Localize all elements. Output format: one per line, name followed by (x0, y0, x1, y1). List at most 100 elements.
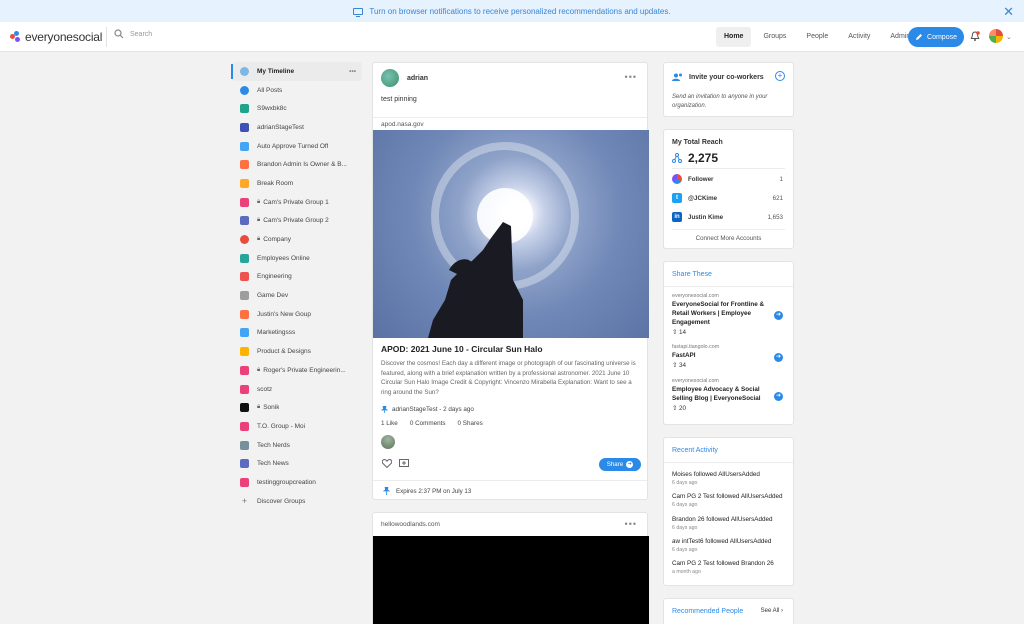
nav-activity[interactable]: Activity (840, 27, 878, 47)
sidebar-item[interactable]: Employees Online (232, 249, 362, 268)
sidebar-item[interactable]: Brandon Admin Is Owner & B... (232, 155, 362, 174)
post-domain[interactable]: hellowoodlands.com (381, 521, 440, 528)
bell-icon[interactable] (970, 31, 980, 42)
sidebar-item[interactable]: My Timeline ••• (231, 62, 362, 81)
post-image[interactable] (373, 536, 649, 624)
sidebar-item[interactable]: 🔒︎ Company (232, 230, 362, 249)
share-item[interactable]: fastapi.tiangolo.com FastAPI ⇧ 34 ➜ (672, 344, 785, 369)
post-title[interactable]: APOD: 2021 June 10 - Circular Sun Halo (381, 344, 543, 354)
divider (672, 229, 785, 230)
sidebar-item-label: Tech News (257, 460, 289, 468)
comment-icon[interactable] (399, 459, 409, 468)
comments-count[interactable]: 0 Comments (410, 420, 446, 427)
share-item[interactable]: everyonesocial.com Employee Advocacy & S… (672, 378, 785, 412)
sidebar-item[interactable]: scotz (232, 380, 362, 399)
sidebar-item[interactable]: S9wxbk8c (232, 99, 362, 118)
share-arrow-icon[interactable]: ➜ (774, 392, 783, 401)
heart-icon[interactable] (382, 459, 392, 468)
sidebar-item[interactable]: Justin's New Goup (232, 305, 362, 324)
sidebar-item[interactable]: Auto Approve Turned Off (232, 137, 362, 156)
sidebar-item[interactable]: Break Room (232, 174, 362, 193)
share-count: 20 (679, 405, 687, 412)
divider (106, 27, 107, 47)
post-image[interactable] (373, 130, 649, 338)
share-item-count: ⇧ 34 (672, 362, 687, 369)
activity-date: 6 days ago (672, 525, 698, 531)
invite-title[interactable]: Invite your co-workers (689, 74, 764, 81)
group-icon (240, 178, 249, 188)
share-button[interactable]: Share ➜ (599, 458, 641, 471)
sidebar-item-label: Engineering (257, 273, 292, 281)
monitor-icon (353, 7, 364, 17)
reach-number: 2,275 (688, 151, 719, 165)
share-item[interactable]: everyonesocial.com EveryoneSocial for Fr… (672, 293, 785, 336)
search-icon (114, 29, 124, 39)
close-icon[interactable]: ✕ (1003, 4, 1014, 20)
account-row-linkedin[interactable]: in Justin Kime 1,653 (672, 211, 783, 223)
share-count: 34 (679, 362, 687, 369)
account-row-twitter[interactable]: t @JCKime 621 (672, 192, 783, 204)
activity-item[interactable]: Cam PG 2 Test followed Brandon 26 a mont… (672, 560, 785, 575)
account-row-follower[interactable]: Follower 1 (672, 173, 783, 185)
sidebar-item-label: Justin's New Goup (257, 310, 311, 318)
nav-groups[interactable]: Groups (755, 27, 794, 47)
sidebar-item[interactable]: Tech News (232, 454, 362, 473)
divider (672, 168, 785, 169)
compose-button[interactable]: Compose (908, 27, 964, 47)
add-user-icon (672, 73, 682, 81)
banner-text[interactable]: Turn on browser notifications to receive… (369, 7, 670, 16)
sidebar-item[interactable]: 🔒︎ Roger's Private Engineerin... (232, 361, 362, 380)
liker-avatar[interactable] (381, 435, 395, 449)
share-arrow-icon[interactable]: ➜ (774, 311, 783, 320)
recommended-people-card: Recommended People See All › (663, 598, 794, 624)
user-avatar[interactable] (989, 29, 1003, 43)
post-group-time[interactable]: adrianStageTest - 2 days ago (392, 406, 474, 413)
sidebar-item[interactable]: 🔒︎ Cam's Private Group 2 (232, 212, 362, 231)
sidebar-item[interactable]: Engineering (232, 268, 362, 287)
share-item-title[interactable]: EveryoneSocial for Frontline & Retail Wo… (672, 300, 772, 327)
group-icon (240, 421, 249, 431)
nav-home[interactable]: Home (716, 27, 752, 47)
search-input[interactable]: Search (114, 29, 152, 39)
chevron-down-icon[interactable]: ⌄ (1006, 33, 1012, 41)
more-options-icon[interactable]: ••• (625, 72, 637, 82)
sidebar-item[interactable]: 🔒︎ Cam's Private Group 1 (232, 193, 362, 212)
sidebar-item-label: Cam's Private Group 1 (263, 198, 329, 206)
sidebar-item[interactable]: adrianStageTest (232, 118, 362, 137)
sidebar-item[interactable]: T.O. Group - Moi (232, 417, 362, 436)
logo[interactable]: everyonesocial (10, 30, 102, 44)
sidebar-item-label: Company (263, 236, 292, 244)
share-arrow-icon[interactable]: ➜ (774, 353, 783, 362)
sidebar-item[interactable]: Product & Designs (232, 342, 362, 361)
likes-count[interactable]: 1 Like (381, 420, 398, 427)
sidebar-item-label: Roger's Private Engineerin... (263, 366, 346, 374)
activity-item[interactable]: aw intTest6 followed AllUsersAdded 6 day… (672, 538, 785, 553)
discover-groups-link[interactable]: + Discover Groups (232, 492, 362, 511)
activity-item[interactable]: Brandon 26 followed AllUsersAdded 6 days… (672, 516, 785, 531)
author-avatar[interactable] (381, 69, 399, 87)
activity-item[interactable]: Moises followed AllUsersAdded 6 days ago (672, 471, 785, 486)
group-icon (240, 66, 249, 76)
group-icon (240, 291, 249, 301)
post-author[interactable]: adrian (407, 75, 428, 82)
share-item-title[interactable]: FastAPI (672, 351, 772, 360)
sidebar-item[interactable]: Marketingsss (232, 324, 362, 343)
nav-people[interactable]: People (798, 27, 836, 47)
share-item-title[interactable]: Employee Advocacy & Social Selling Blog … (672, 385, 772, 403)
more-options-icon[interactable]: ••• (625, 519, 637, 529)
sidebar-item[interactable]: 🔒︎ Sonik (232, 398, 362, 417)
see-all-link[interactable]: See All › (761, 608, 783, 614)
activity-item[interactable]: Cam PG 2 Test followed AllUsersAdded 6 d… (672, 493, 785, 508)
activity-text: Brandon 26 followed AllUsersAdded (672, 516, 773, 523)
sidebar: My Timeline ••• All Posts S9wxbk8c adrianSta… (231, 62, 362, 511)
sidebar-item[interactable]: All Posts (232, 81, 362, 100)
connect-accounts-link[interactable]: Connect More Accounts (664, 235, 793, 242)
sidebar-item[interactable]: Game Dev (232, 286, 362, 305)
sidebar-item[interactable]: Tech Nerds (232, 436, 362, 455)
sidebar-item[interactable]: testinggroupcreation (232, 473, 362, 492)
shares-count[interactable]: 0 Shares (458, 420, 483, 427)
post-domain[interactable]: apod.nasa.gov (381, 121, 424, 128)
more-options-icon[interactable]: ••• (349, 68, 356, 75)
add-circle-icon[interactable]: + (775, 71, 785, 81)
group-icon (240, 197, 249, 207)
